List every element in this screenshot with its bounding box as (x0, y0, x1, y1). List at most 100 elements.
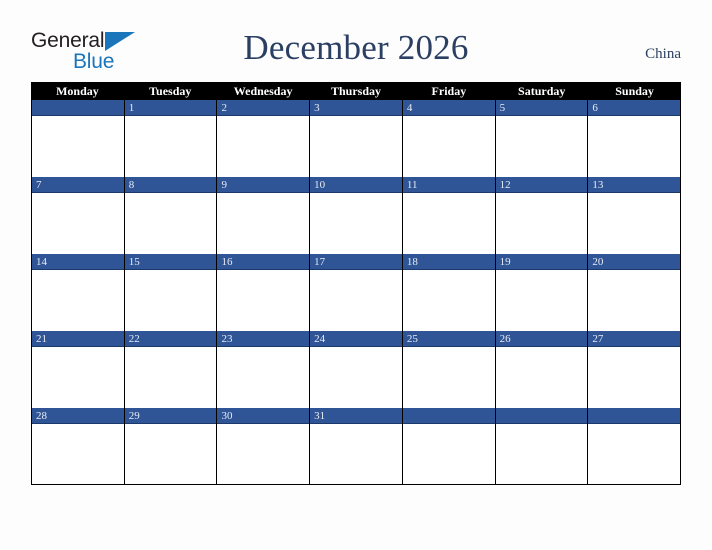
day-number (495, 408, 588, 424)
day-cell[interactable]: 8 (124, 177, 218, 254)
day-notes-area[interactable] (588, 116, 681, 176)
day-notes-area[interactable] (310, 347, 402, 407)
day-cell[interactable]: 2 (217, 100, 311, 177)
day-notes-area[interactable] (588, 270, 681, 330)
day-notes-area[interactable] (402, 347, 495, 407)
week-row: 7 8 9 10 11 12 13 (32, 177, 681, 254)
day-number: 8 (124, 177, 217, 193)
day-notes-area[interactable] (588, 193, 681, 253)
day-cell[interactable] (402, 408, 496, 484)
day-cell[interactable]: 21 (32, 331, 125, 408)
day-number: 27 (588, 331, 681, 347)
week-row: 21 22 23 24 25 26 27 (32, 331, 681, 408)
day-number: 31 (310, 408, 402, 424)
day-number: 2 (217, 100, 310, 116)
day-cell[interactable]: 13 (588, 177, 681, 254)
day-notes-area[interactable] (32, 193, 124, 253)
day-cell[interactable]: 5 (495, 100, 589, 177)
day-number: 20 (588, 254, 681, 270)
day-cell[interactable]: 26 (495, 331, 589, 408)
day-number (32, 100, 124, 116)
day-cell[interactable]: 6 (588, 100, 681, 177)
day-notes-area[interactable] (588, 424, 681, 484)
day-number: 14 (32, 254, 124, 270)
day-number: 3 (310, 100, 402, 116)
day-number: 30 (217, 408, 310, 424)
day-number: 16 (217, 254, 310, 270)
day-cell[interactable]: 11 (402, 177, 496, 254)
day-number: 23 (217, 331, 310, 347)
day-cell[interactable]: 16 (217, 254, 311, 331)
day-notes-area[interactable] (310, 424, 402, 484)
day-notes-area[interactable] (495, 193, 588, 253)
day-notes-area[interactable] (402, 193, 495, 253)
day-notes-area[interactable] (32, 116, 124, 176)
day-number: 15 (124, 254, 217, 270)
day-cell[interactable]: 7 (32, 177, 125, 254)
week-row: 28 29 30 31 (32, 408, 681, 484)
day-number: 24 (310, 331, 402, 347)
weekday-header-saturday: Saturday (518, 84, 566, 98)
day-number: 18 (402, 254, 495, 270)
day-notes-area[interactable] (402, 116, 495, 176)
day-cell[interactable]: 10 (310, 177, 403, 254)
day-cell[interactable]: 20 (588, 254, 681, 331)
day-cell[interactable]: 28 (32, 408, 125, 484)
day-cell[interactable] (32, 100, 125, 177)
day-notes-area[interactable] (124, 424, 217, 484)
day-notes-area[interactable] (124, 347, 217, 407)
day-cell[interactable]: 27 (588, 331, 681, 408)
day-cell[interactable]: 25 (402, 331, 496, 408)
day-cell[interactable]: 29 (124, 408, 218, 484)
day-notes-area[interactable] (495, 424, 588, 484)
day-number: 29 (124, 408, 217, 424)
day-number: 28 (32, 408, 124, 424)
day-cell[interactable] (495, 408, 589, 484)
day-notes-area[interactable] (310, 116, 402, 176)
day-cell[interactable]: 1 (124, 100, 218, 177)
day-cell[interactable]: 4 (402, 100, 496, 177)
day-cell[interactable]: 15 (124, 254, 218, 331)
day-notes-area[interactable] (217, 347, 310, 407)
day-number: 5 (495, 100, 588, 116)
day-notes-area[interactable] (124, 193, 217, 253)
day-notes-area[interactable] (217, 270, 310, 330)
day-notes-area[interactable] (402, 270, 495, 330)
day-cell[interactable]: 19 (495, 254, 589, 331)
day-notes-area[interactable] (217, 424, 310, 484)
calendar-page: General Blue December 2026 China Monday … (0, 0, 712, 550)
day-notes-area[interactable] (402, 424, 495, 484)
week-row: 1 2 3 4 5 6 (32, 100, 681, 177)
day-notes-area[interactable] (310, 193, 402, 253)
calendar-weeks: 1 2 3 4 5 6 7 8 9 10 11 12 13 14 15 16 1… (31, 100, 681, 485)
day-cell[interactable]: 30 (217, 408, 311, 484)
day-notes-area[interactable] (32, 270, 124, 330)
day-notes-area[interactable] (310, 270, 402, 330)
day-number: 6 (588, 100, 681, 116)
day-cell[interactable]: 3 (310, 100, 403, 177)
page-header: General Blue December 2026 China (0, 0, 712, 82)
day-number: 9 (217, 177, 310, 193)
day-notes-area[interactable] (495, 116, 588, 176)
day-notes-area[interactable] (495, 347, 588, 407)
day-cell[interactable]: 22 (124, 331, 218, 408)
day-cell[interactable]: 9 (217, 177, 311, 254)
day-number: 22 (124, 331, 217, 347)
day-cell[interactable]: 23 (217, 331, 311, 408)
day-notes-area[interactable] (217, 193, 310, 253)
page-title: December 2026 (243, 28, 469, 67)
day-notes-area[interactable] (588, 347, 681, 407)
day-notes-area[interactable] (495, 270, 588, 330)
day-cell[interactable]: 18 (402, 254, 496, 331)
day-cell[interactable]: 31 (310, 408, 403, 484)
day-cell[interactable] (588, 408, 681, 484)
day-notes-area[interactable] (32, 347, 124, 407)
day-notes-area[interactable] (217, 116, 310, 176)
day-notes-area[interactable] (124, 116, 217, 176)
day-cell[interactable]: 14 (32, 254, 125, 331)
day-notes-area[interactable] (124, 270, 217, 330)
day-notes-area[interactable] (32, 424, 124, 484)
day-cell[interactable]: 17 (310, 254, 403, 331)
day-cell[interactable]: 24 (310, 331, 403, 408)
day-cell[interactable]: 12 (495, 177, 589, 254)
